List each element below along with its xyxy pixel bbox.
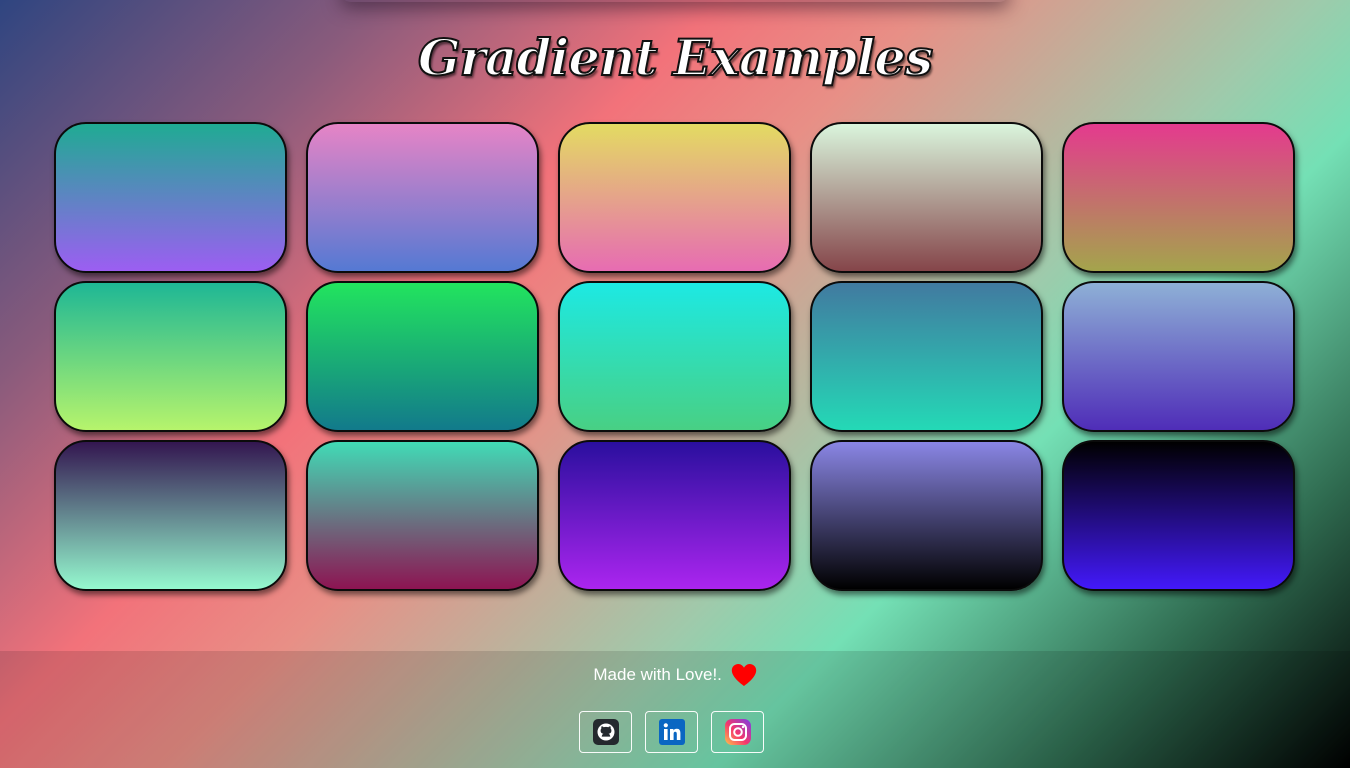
heart-icon bbox=[731, 664, 756, 686]
gradient-card[interactable] bbox=[1062, 122, 1295, 273]
gradient-card[interactable] bbox=[810, 281, 1043, 432]
made-with-love: Made with Love!. bbox=[0, 663, 1350, 687]
gradient-card[interactable] bbox=[810, 440, 1043, 591]
github-link[interactable] bbox=[579, 711, 632, 753]
made-with-text: Made with Love!. bbox=[593, 665, 722, 684]
gradient-card[interactable] bbox=[306, 440, 539, 591]
instagram-link[interactable] bbox=[711, 711, 764, 753]
gradient-card[interactable] bbox=[54, 281, 287, 432]
instagram-icon bbox=[724, 719, 751, 745]
gradient-card[interactable] bbox=[306, 281, 539, 432]
gradient-card[interactable] bbox=[306, 122, 539, 273]
gradient-card[interactable] bbox=[1062, 281, 1295, 432]
gradient-card[interactable] bbox=[558, 440, 791, 591]
gradient-card[interactable] bbox=[54, 122, 287, 273]
footer: Made with Love!. bbox=[0, 651, 1350, 768]
gradient-card[interactable] bbox=[1062, 440, 1295, 591]
gradient-card[interactable] bbox=[810, 122, 1043, 273]
page-title: Gradient Examples bbox=[417, 27, 934, 88]
gradient-card[interactable] bbox=[558, 122, 791, 273]
gradient-card[interactable] bbox=[54, 440, 287, 591]
linkedin-icon bbox=[658, 719, 685, 745]
top-panel-shadow bbox=[340, 0, 1010, 2]
gradient-card[interactable] bbox=[558, 281, 791, 432]
social-links bbox=[579, 711, 764, 753]
gradient-grid bbox=[54, 122, 1296, 591]
github-icon bbox=[592, 719, 619, 745]
linkedin-link[interactable] bbox=[645, 711, 698, 753]
